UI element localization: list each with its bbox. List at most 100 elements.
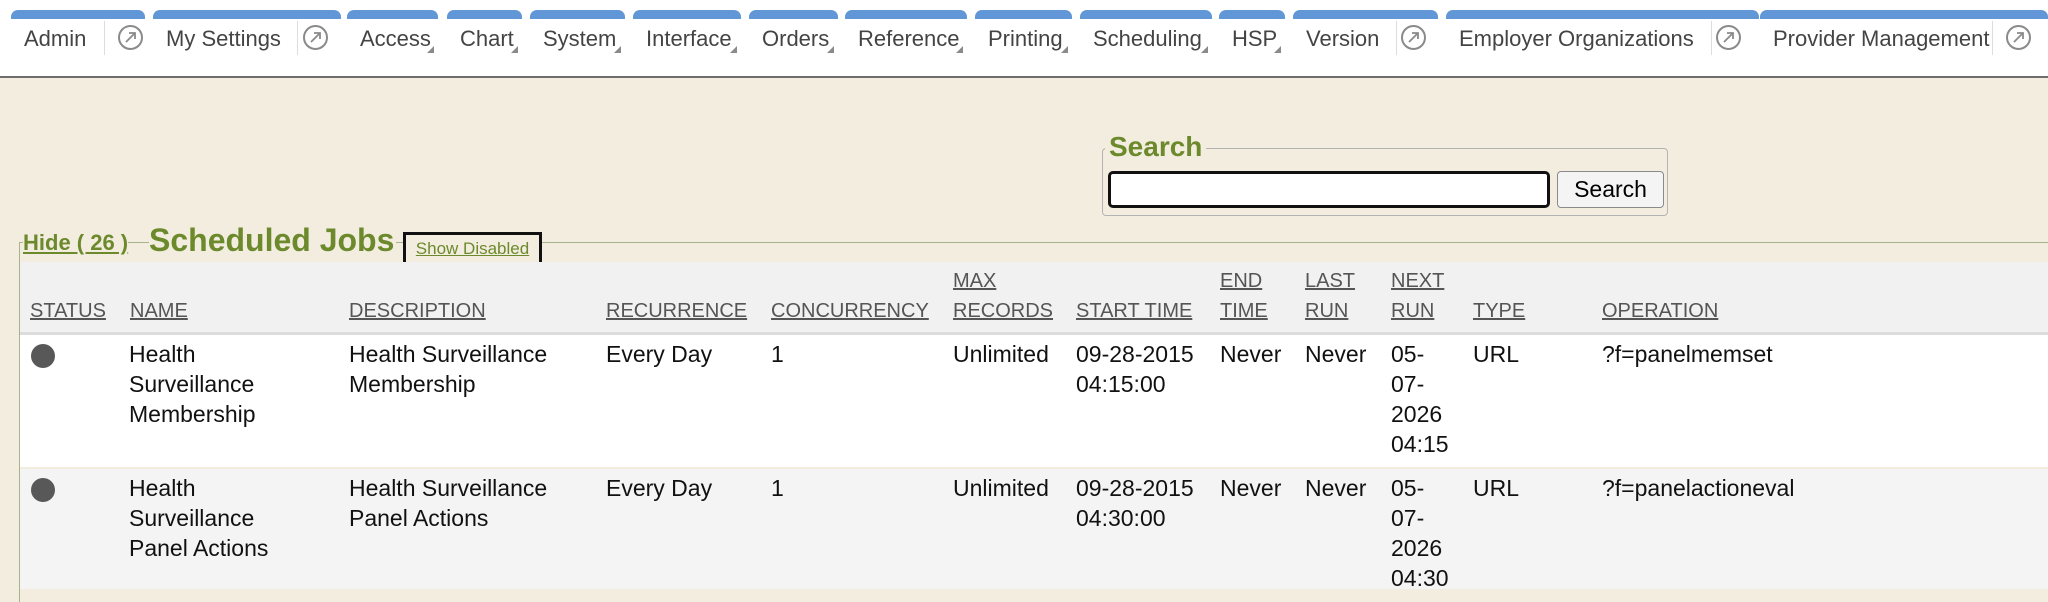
dropdown-indicator-icon — [511, 46, 518, 53]
job-start-date: 09-28-2015 — [1076, 475, 1194, 501]
job-last-run: Never — [1305, 341, 1367, 367]
tab-label: Access — [360, 26, 431, 51]
job-next-run-line: 07- — [1391, 371, 1425, 397]
tab-provider-management[interactable]: Provider Management — [1760, 10, 2048, 58]
top-navigation: Admin My Settings Access Chart System In… — [0, 0, 2048, 78]
tab-version[interactable]: Version — [1293, 10, 1438, 58]
job-operation: ?f=panelmemset — [1602, 341, 1773, 367]
tab-my-settings[interactable]: My Settings — [153, 10, 341, 58]
job-next-run-line: 05- — [1391, 341, 1425, 367]
job-type: URL — [1473, 475, 1520, 501]
column-header-line: LAST — [1305, 270, 1356, 292]
column-header-type[interactable]: TYPE — [1473, 296, 1525, 326]
open-external-icon[interactable] — [118, 25, 143, 50]
job-description-line: Health Surveillance — [349, 475, 548, 501]
column-header-description[interactable]: DESCRIPTION — [349, 296, 486, 326]
dropdown-indicator-icon — [827, 46, 834, 53]
tab-label: Employer Organizations — [1459, 26, 1694, 51]
search-legend: Search — [1105, 131, 1207, 163]
tab-chart[interactable]: Chart — [447, 10, 522, 58]
tab-admin[interactable]: Admin — [11, 10, 145, 58]
job-next-run-line: 04:15 — [1391, 431, 1449, 457]
tab-printing[interactable]: Printing — [975, 10, 1072, 58]
job-name-line: Health — [129, 475, 196, 501]
job-end-time: Never — [1220, 475, 1282, 501]
job-recurrence: Every Day — [606, 341, 713, 367]
column-header-line: RUN — [1305, 300, 1349, 322]
open-external-icon[interactable] — [303, 25, 328, 50]
job-start-date: 09-28-2015 — [1076, 341, 1194, 367]
tab-divider — [1992, 21, 1993, 55]
job-start-clock: 04:15:00 — [1076, 371, 1166, 397]
job-end-time: Never — [1220, 341, 1282, 367]
tab-label: Scheduling — [1093, 26, 1202, 51]
table-header: STATUS NAME DESCRIPTION RECURRENCE CONCU… — [20, 262, 2048, 335]
column-header-status[interactable]: STATUS — [30, 296, 106, 326]
table-row[interactable]: Health Surveillance Membership Health Su… — [20, 335, 2048, 467]
tab-label: Chart — [460, 26, 514, 51]
column-header-line: MAX — [953, 270, 997, 292]
job-recurrence: Every Day — [606, 475, 713, 501]
tab-label: HSP — [1232, 26, 1278, 51]
column-header-line: RECORDS — [953, 300, 1054, 322]
table-row[interactable]: Health Surveillance Panel Actions Health… — [20, 469, 2048, 591]
dropdown-indicator-icon — [1201, 46, 1208, 53]
status-indicator-icon — [31, 344, 55, 368]
job-description-line: Membership — [349, 371, 476, 397]
tab-label: Orders — [762, 26, 830, 51]
column-header-name[interactable]: NAME — [130, 296, 188, 326]
job-name-line: Surveillance — [129, 505, 255, 531]
tab-label: Printing — [988, 26, 1063, 51]
tab-hsp[interactable]: HSP — [1219, 10, 1285, 58]
tab-interface[interactable]: Interface — [633, 10, 741, 58]
job-concurrency: 1 — [771, 341, 784, 367]
tab-scheduling[interactable]: Scheduling — [1080, 10, 1212, 58]
job-type: URL — [1473, 341, 1520, 367]
tab-reference[interactable]: Reference — [845, 10, 967, 58]
job-last-run: Never — [1305, 475, 1367, 501]
column-header-line: TIME — [1220, 300, 1268, 322]
job-next-run-line: 2026 — [1391, 535, 1443, 561]
column-header-line: NEXT — [1391, 270, 1445, 292]
tab-divider — [104, 21, 105, 55]
dropdown-indicator-icon — [1274, 46, 1281, 53]
column-header-start-time[interactable]: START TIME — [1076, 296, 1192, 326]
job-description-line: Panel Actions — [349, 505, 489, 531]
tab-label: Interface — [646, 26, 732, 51]
search-input[interactable] — [1108, 171, 1550, 208]
section-title: Scheduled Jobs — [149, 222, 397, 259]
column-header-concurrency[interactable]: CONCURRENCY — [771, 296, 929, 326]
job-start-clock: 04:30:00 — [1076, 505, 1166, 531]
tab-label: My Settings — [166, 26, 281, 51]
tab-label: Provider Management — [1773, 26, 1990, 51]
job-name-line: Membership — [129, 401, 256, 427]
job-name-line: Panel Actions — [129, 535, 269, 561]
open-external-icon[interactable] — [1716, 25, 1741, 50]
column-header-line: END — [1220, 270, 1263, 292]
job-next-run-line: 05- — [1391, 475, 1425, 501]
dropdown-indicator-icon — [427, 46, 434, 53]
column-header-line: RUN — [1391, 300, 1435, 322]
job-next-run-line: 2026 — [1391, 401, 1443, 427]
search-button[interactable]: Search — [1557, 171, 1664, 208]
dropdown-indicator-icon — [730, 46, 737, 53]
tab-system[interactable]: System — [530, 10, 625, 58]
tab-access[interactable]: Access — [347, 10, 438, 58]
job-name-line: Health — [129, 341, 196, 367]
dropdown-indicator-icon — [614, 46, 621, 53]
open-external-icon[interactable] — [2006, 25, 2031, 50]
tab-employer-organizations[interactable]: Employer Organizations — [1446, 10, 1759, 58]
open-external-icon[interactable] — [1401, 25, 1426, 50]
dropdown-indicator-icon — [1061, 46, 1068, 53]
tab-divider — [1396, 21, 1397, 55]
job-description-line: Health Surveillance — [349, 341, 548, 367]
column-header-recurrence[interactable]: RECURRENCE — [606, 296, 747, 326]
hide-jobs-link[interactable]: Hide ( 26 ) — [23, 230, 129, 256]
tab-divider — [297, 21, 298, 55]
job-name-line: Surveillance — [129, 371, 255, 397]
job-concurrency: 1 — [771, 475, 784, 501]
tab-orders[interactable]: Orders — [749, 10, 838, 58]
column-header-operation[interactable]: OPERATION — [1602, 296, 1718, 326]
tab-label: System — [543, 26, 617, 51]
tab-label: Version — [1306, 26, 1380, 51]
